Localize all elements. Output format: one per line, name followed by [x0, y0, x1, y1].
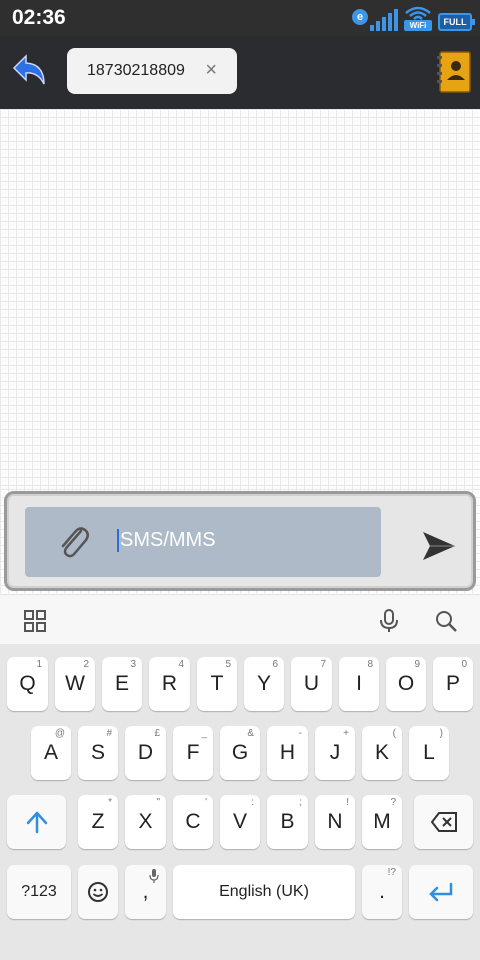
grid-icon[interactable]: [23, 609, 47, 633]
microphone-hint-icon: [149, 869, 159, 883]
battery-icon: FULL: [438, 13, 475, 31]
wifi-icon: WiFi: [404, 5, 432, 31]
key-k[interactable]: (K: [362, 726, 402, 780]
key-c[interactable]: ' C: [173, 795, 213, 849]
key-l[interactable]: ) L: [409, 726, 449, 780]
shift-key[interactable]: [7, 795, 66, 849]
remove-recipient-icon[interactable]: ×: [205, 59, 217, 82]
address-book-icon[interactable]: [436, 50, 472, 94]
message-header: 18730218809 ×: [0, 36, 480, 109]
search-icon[interactable]: [434, 609, 458, 633]
key-e[interactable]: 3E: [102, 657, 142, 711]
key-g[interactable]: & G: [220, 726, 260, 780]
key-y[interactable]: 6Y: [244, 657, 284, 711]
e-signal-icon: e: [352, 9, 398, 31]
comma-key[interactable]: ,: [125, 865, 166, 919]
key-p[interactable]: 0P: [433, 657, 473, 711]
send-icon[interactable]: [421, 530, 457, 562]
key-f[interactable]: _ F: [173, 726, 213, 780]
wifi-label: WiFi: [404, 20, 432, 31]
key-h[interactable]: -H: [267, 726, 308, 780]
compose-frame: SMS/MMS: [4, 491, 476, 591]
key-w[interactable]: 2W: [55, 657, 95, 711]
key-n[interactable]: ! N: [315, 795, 355, 849]
backspace-key[interactable]: [414, 795, 473, 849]
key-o[interactable]: 9O: [386, 657, 426, 711]
key-m[interactable]: ? M: [362, 795, 402, 849]
keyboard: 1Q 2W 3E 4R 5T 6Y 7U 8I 9O 0P @ A # S £ D _…: [0, 644, 480, 960]
status-icons: e WiFi FULL: [352, 5, 475, 31]
shift-arrow-icon: [26, 811, 47, 834]
recipient-chip[interactable]: 18730218809 ×: [67, 48, 237, 94]
back-arrow-icon[interactable]: [10, 52, 50, 90]
emoji-icon: [88, 882, 108, 902]
symbols-key[interactable]: ?123: [7, 865, 71, 919]
key-s[interactable]: # S: [78, 726, 118, 780]
space-key[interactable]: English (UK): [173, 865, 355, 919]
paperclip-icon[interactable]: [55, 523, 91, 561]
recipient-number: 18730218809: [87, 62, 185, 79]
status-time: 02:36: [12, 6, 66, 29]
message-placeholder: SMS/MMS: [117, 529, 216, 552]
key-t[interactable]: 5T: [197, 657, 237, 711]
key-r[interactable]: 4R: [149, 657, 190, 711]
emoji-key[interactable]: [78, 865, 118, 919]
key-v[interactable]: :V: [220, 795, 260, 849]
key-u[interactable]: 7U: [291, 657, 332, 711]
key-z[interactable]: * Z: [78, 795, 118, 849]
status-bar: 02:36 e WiFi FULL: [0, 0, 480, 36]
key-b[interactable]: ; B: [267, 795, 308, 849]
key-a[interactable]: @ A: [31, 726, 71, 780]
microphone-icon[interactable]: [377, 609, 401, 633]
key-q[interactable]: 1Q: [7, 657, 48, 711]
key-d[interactable]: £ D: [125, 726, 166, 780]
key-i[interactable]: 8I: [339, 657, 379, 711]
key-j[interactable]: + J: [315, 726, 355, 780]
enter-key[interactable]: [409, 865, 473, 919]
backspace-icon: [430, 812, 457, 832]
compose-bar: SMS/MMS: [0, 489, 480, 593]
battery-label: FULL: [443, 17, 467, 27]
conversation-area[interactable]: [0, 109, 480, 489]
key-x[interactable]: " X: [125, 795, 166, 849]
enter-icon: [429, 882, 453, 902]
period-key[interactable]: !?.: [362, 865, 402, 919]
keyboard-toolbar: [0, 594, 480, 644]
message-input[interactable]: SMS/MMS: [25, 507, 381, 577]
